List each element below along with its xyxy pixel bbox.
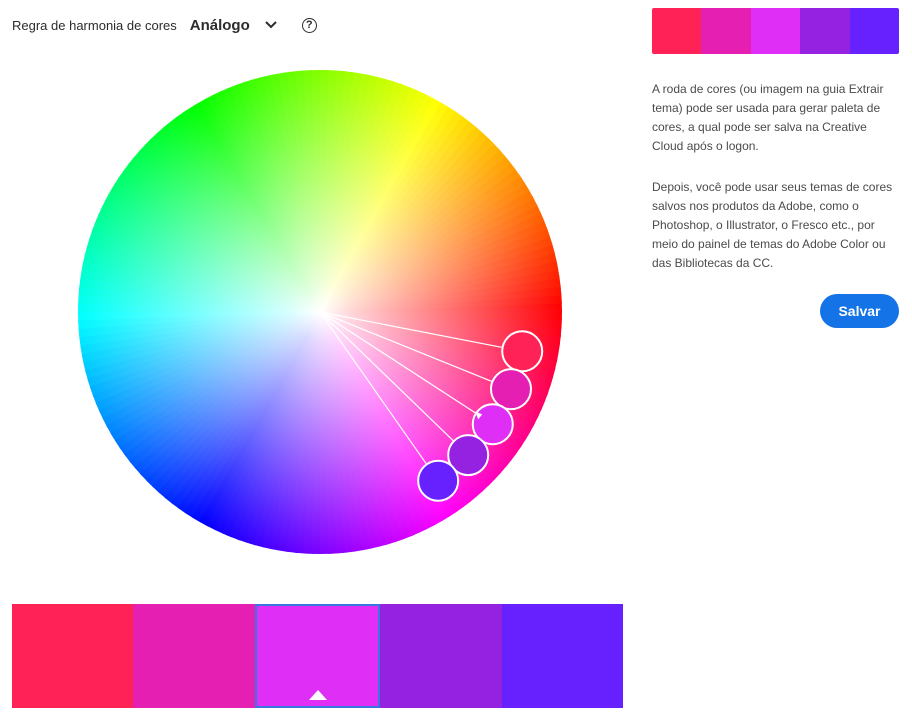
theme-preview-swatch [750, 8, 801, 54]
info-paragraph-2: Depois, você pode usar seus temas de cor… [652, 180, 893, 270]
theme-preview [652, 8, 899, 54]
swatch-1[interactable] [12, 604, 134, 708]
selected-swatch-marker-icon [308, 690, 327, 700]
color-handle[interactable] [417, 459, 460, 502]
color-handle[interactable] [489, 368, 532, 411]
chevron-down-icon[interactable] [264, 18, 278, 32]
theme-preview-swatch [849, 8, 899, 54]
info-paragraph-1: A roda de cores (ou imagem na guia Extra… [652, 82, 884, 153]
theme-preview-swatch [800, 8, 850, 54]
harmony-rule-bar: Regra de harmonia de cores Análogo ? [12, 12, 317, 38]
theme-preview-swatch [652, 8, 702, 54]
swatch-4[interactable] [380, 604, 502, 708]
harmony-rule-label: Regra de harmonia de cores [12, 17, 177, 33]
save-button[interactable]: Salvar [820, 294, 899, 328]
swatch-3[interactable] [254, 604, 381, 708]
color-wheel[interactable] [70, 64, 570, 564]
swatch-5[interactable] [501, 604, 624, 708]
harmony-rule-dropdown[interactable]: Análogo [190, 17, 278, 34]
swatch-2[interactable] [133, 604, 255, 708]
palette-swatches [12, 604, 624, 708]
help-icon[interactable]: ? [301, 17, 317, 33]
color-handle[interactable] [501, 330, 544, 373]
theme-preview-swatch [701, 8, 751, 54]
harmony-rule-value[interactable]: Análogo [190, 17, 250, 34]
